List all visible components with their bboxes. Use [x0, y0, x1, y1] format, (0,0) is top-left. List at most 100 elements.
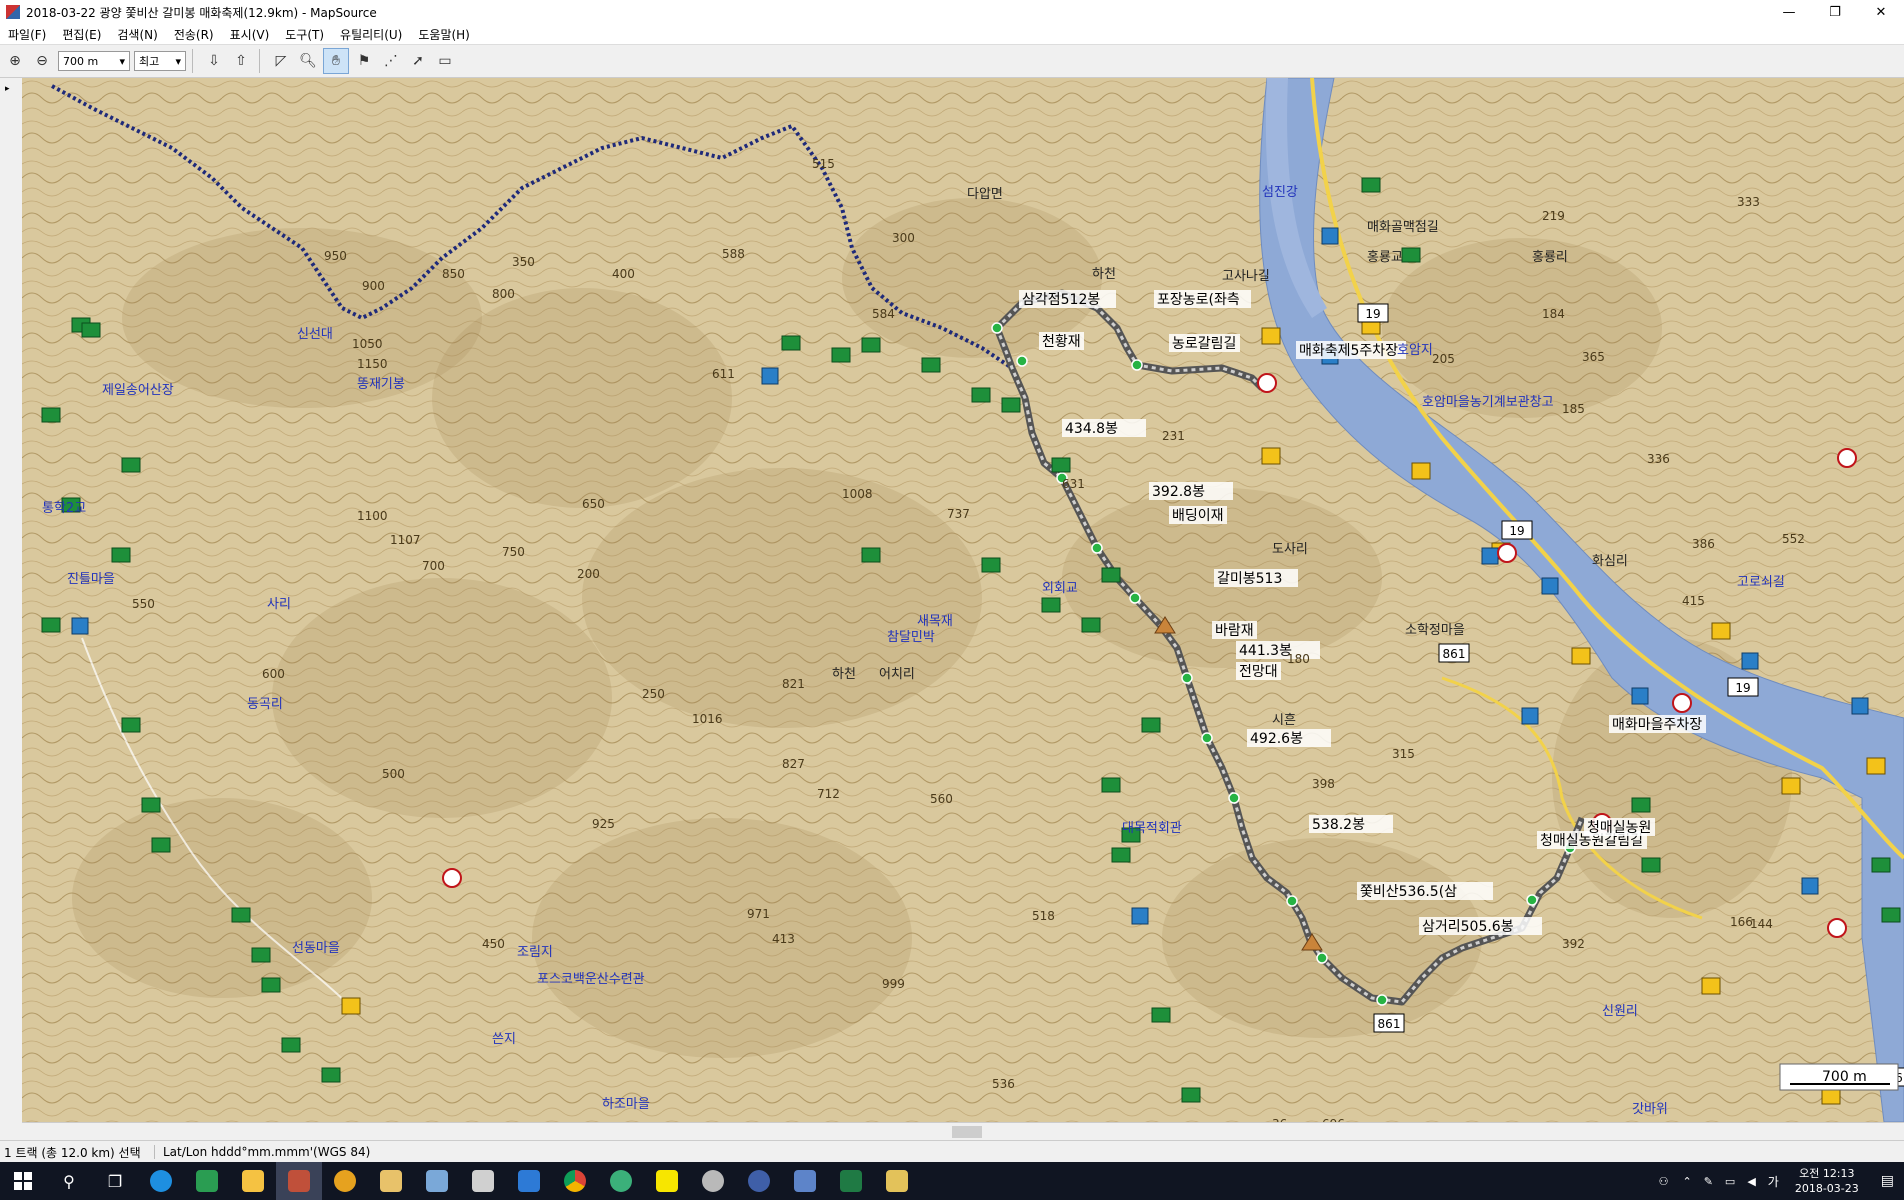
track-waypoint-label-text: 434.8봉: [1065, 421, 1118, 437]
detail-level-select[interactable]: 최고 ▾: [134, 51, 186, 71]
lodging-icon: [251, 947, 271, 963]
app-character-icon[interactable]: [874, 1162, 920, 1200]
elevation-label: 350: [512, 255, 535, 269]
volume-icon[interactable]: ◀: [1747, 1175, 1755, 1188]
facility-icon: [1701, 977, 1721, 995]
waypoint-marker: [991, 322, 1003, 334]
place-label: 도사리: [1272, 542, 1308, 557]
windows-start-icon[interactable]: [0, 1162, 46, 1200]
lodging-icon: [141, 797, 161, 813]
zoom-scale-select[interactable]: 700 m ▾: [58, 51, 130, 71]
elevation-label: 166: [1730, 915, 1753, 929]
menu-edit[interactable]: 편집(E): [54, 26, 109, 43]
road-shield-number: 19: [1509, 524, 1524, 538]
menu-utilities[interactable]: 유틸리티(U): [332, 26, 410, 43]
ridge-shading: [1162, 838, 1482, 1038]
place-label: 하천: [1092, 267, 1116, 282]
place-label: 신원리: [1602, 1004, 1638, 1019]
track-waypoint-label: 434.8봉: [1062, 419, 1146, 437]
calculator-icon[interactable]: [460, 1162, 506, 1200]
selection-status: 1 트랙 (총 12.0 km) 선택: [4, 1145, 141, 1160]
app-bubble-icon[interactable]: [598, 1162, 644, 1200]
track-waypoint-label: 포장농로(좌측: [1154, 290, 1251, 308]
send-to-device-icon[interactable]: ⇧: [229, 49, 253, 73]
elevation-label: 999: [882, 977, 905, 991]
app-blue-icon[interactable]: [506, 1162, 552, 1200]
toolbar-divider: [259, 49, 260, 73]
clock[interactable]: 오전 12:13 2018-03-23: [1795, 1166, 1859, 1196]
zoom-scale-value: 700 m: [63, 54, 99, 68]
waypoint-tool-icon[interactable]: ⚑: [352, 49, 376, 73]
zoom-out-icon[interactable]: ⊖: [30, 49, 54, 73]
elevation-label: 336: [1647, 452, 1670, 466]
elevation-label: 700: [422, 559, 445, 573]
app-book-icon[interactable]: [782, 1162, 828, 1200]
file-explorer-icon[interactable]: [230, 1162, 276, 1200]
app-face-icon[interactable]: [368, 1162, 414, 1200]
notification-icon[interactable]: ▤: [1881, 1173, 1894, 1189]
topo-map[interactable]: 191919861861861 삼각점512봉포장농로(좌측천황재농로갈림길매화…: [22, 78, 1904, 1122]
app-hat-icon[interactable]: [690, 1162, 736, 1200]
zoom-tool-icon[interactable]: 🔍︎: [296, 49, 320, 73]
app-green-icon[interactable]: [184, 1162, 230, 1200]
menu-transfer[interactable]: 전송(R): [166, 26, 222, 43]
people-icon[interactable]: ⚇: [1659, 1175, 1669, 1188]
menu-view[interactable]: 표시(V): [222, 26, 278, 43]
chevron-up-icon[interactable]: ⌃: [1682, 1175, 1691, 1188]
facility-icon: [1781, 777, 1801, 795]
hand-tool-icon[interactable]: ✋︎: [323, 48, 349, 74]
place-label: 시흔: [1272, 713, 1296, 728]
internet-explorer-icon[interactable]: [138, 1162, 184, 1200]
excel-icon[interactable]: [828, 1162, 874, 1200]
app-sun-icon[interactable]: [322, 1162, 368, 1200]
selection-tool-icon[interactable]: ➚: [406, 49, 430, 73]
camera-icon[interactable]: [736, 1162, 782, 1200]
menu-file[interactable]: 파일(F): [0, 26, 54, 43]
kakaotalk-icon[interactable]: [644, 1162, 690, 1200]
window-title: 2018-03-22 광양 쫓비산 갈미봉 매화축제(12.9km) - Map…: [26, 5, 377, 20]
pen-icon[interactable]: ✎: [1704, 1175, 1713, 1188]
track-waypoint-label: 392.8봉: [1149, 482, 1233, 500]
restore-button[interactable]: ❐: [1812, 0, 1858, 24]
lodging-icon: [1081, 617, 1101, 633]
map-view[interactable]: 191919861861861 삼각점512봉포장농로(좌측천황재농로갈림길매화…: [22, 78, 1904, 1122]
task-view-icon[interactable]: ❐: [92, 1162, 138, 1200]
receive-from-device-icon[interactable]: ⇩: [202, 49, 226, 73]
scroll-thumb[interactable]: [952, 1126, 982, 1138]
elevation-label: 600: [262, 667, 285, 681]
horizontal-scrollbar[interactable]: [22, 1122, 1904, 1141]
ime-indicator[interactable]: 가: [1768, 1173, 1779, 1190]
elevation-label: 518: [1032, 909, 1055, 923]
close-button[interactable]: ✕: [1858, 0, 1904, 24]
place-label: 하조마을: [602, 1097, 650, 1112]
track-waypoint-label-text: 포장농로(좌측: [1157, 292, 1240, 308]
zoom-in-icon[interactable]: ⊕: [3, 49, 27, 73]
minimize-button[interactable]: —: [1766, 0, 1812, 24]
route-tool-icon[interactable]: ⋰: [379, 49, 403, 73]
track-waypoint-label-text: 매화마을주차장: [1612, 717, 1702, 733]
track-waypoint-label: 농로갈림길: [1169, 334, 1240, 352]
search-icon[interactable]: ⚲: [46, 1162, 92, 1200]
menu-tools[interactable]: 도구(T): [277, 26, 332, 43]
menu-help[interactable]: 도움말(H): [410, 26, 478, 43]
elevation-label: 1016: [692, 712, 723, 726]
track-waypoint-label-text: 갈미봉513: [1217, 571, 1282, 587]
elevation-label: 185: [1562, 402, 1585, 416]
elevation-label: 1050: [352, 337, 383, 351]
elevation-label: 1107: [390, 533, 421, 547]
track-waypoint-label: 바람재: [1212, 621, 1257, 639]
lodging-icon: [861, 337, 881, 353]
map-tool-icon[interactable]: ◸: [269, 49, 293, 73]
facility-icon: [1411, 462, 1431, 480]
expand-panel-icon[interactable]: ▸: [5, 84, 10, 94]
network-icon[interactable]: ▭: [1725, 1175, 1735, 1188]
measure-tool-icon[interactable]: ▭: [433, 49, 457, 73]
chrome-icon[interactable]: [552, 1162, 598, 1200]
place-label: 호암마을농기계보관창고: [1422, 395, 1554, 410]
road-shield-number: 861: [1443, 647, 1466, 661]
paint-icon[interactable]: [414, 1162, 460, 1200]
menu-search[interactable]: 검색(N): [109, 26, 165, 43]
mapsource-taskbar-icon[interactable]: [276, 1162, 322, 1200]
track-waypoint-label-text: 492.6봉: [1250, 731, 1303, 747]
place-label: 다압면: [967, 187, 1003, 202]
